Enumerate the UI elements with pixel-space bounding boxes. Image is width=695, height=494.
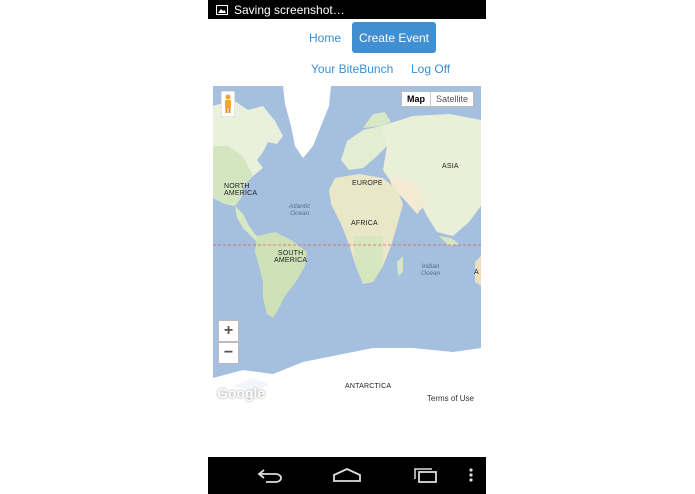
- map-type-satellite-button[interactable]: Satellite: [430, 92, 473, 106]
- label-indian-ocean: Indian Ocean: [421, 263, 441, 277]
- zoom-out-button[interactable]: −: [218, 342, 239, 364]
- home-link[interactable]: Home: [309, 31, 341, 45]
- phone-screen: Saving screenshot… Home Create Event You…: [208, 0, 486, 494]
- create-event-button[interactable]: Create Event: [352, 22, 436, 53]
- overflow-menu-icon: [469, 468, 473, 482]
- label-north-america: NORTH AMERICA: [224, 183, 258, 197]
- zoom-in-button[interactable]: +: [218, 320, 239, 342]
- label-australia-partial: A: [474, 269, 479, 276]
- back-button[interactable]: [256, 465, 284, 485]
- image-icon: [216, 4, 228, 15]
- overflow-menu-button[interactable]: [466, 465, 476, 485]
- world-map[interactable]: Map Satellite + − NORTH AMERICA EUROPE A…: [213, 86, 481, 405]
- home-icon: [333, 468, 361, 482]
- status-bar: Saving screenshot…: [208, 0, 486, 19]
- system-navigation-bar: [208, 457, 486, 494]
- label-asia: ASIA: [442, 163, 459, 170]
- map-type-control: Map Satellite: [401, 91, 475, 107]
- pegman-icon[interactable]: [221, 91, 235, 117]
- recents-icon: [414, 468, 437, 483]
- home-button[interactable]: [332, 465, 362, 485]
- label-antarctica: ANTARCTICA: [345, 383, 392, 390]
- log-off-link[interactable]: Log Off: [411, 62, 450, 76]
- back-icon: [257, 469, 282, 483]
- map-tiles: [213, 86, 481, 405]
- label-africa: AFRICA: [351, 220, 378, 227]
- label-europe: EUROPE: [352, 180, 383, 187]
- terms-of-use-link[interactable]: Terms of Use: [424, 394, 476, 403]
- label-atlantic-ocean: Atlantic Ocean: [289, 203, 311, 217]
- your-bitebunch-link[interactable]: Your BiteBunch: [311, 62, 393, 76]
- notification-text: Saving screenshot…: [234, 2, 345, 17]
- google-logo: Google: [217, 385, 266, 401]
- label-south-america: SOUTH AMERICA: [274, 250, 308, 264]
- recents-button[interactable]: [411, 465, 439, 485]
- map-type-map-button[interactable]: Map: [402, 92, 430, 106]
